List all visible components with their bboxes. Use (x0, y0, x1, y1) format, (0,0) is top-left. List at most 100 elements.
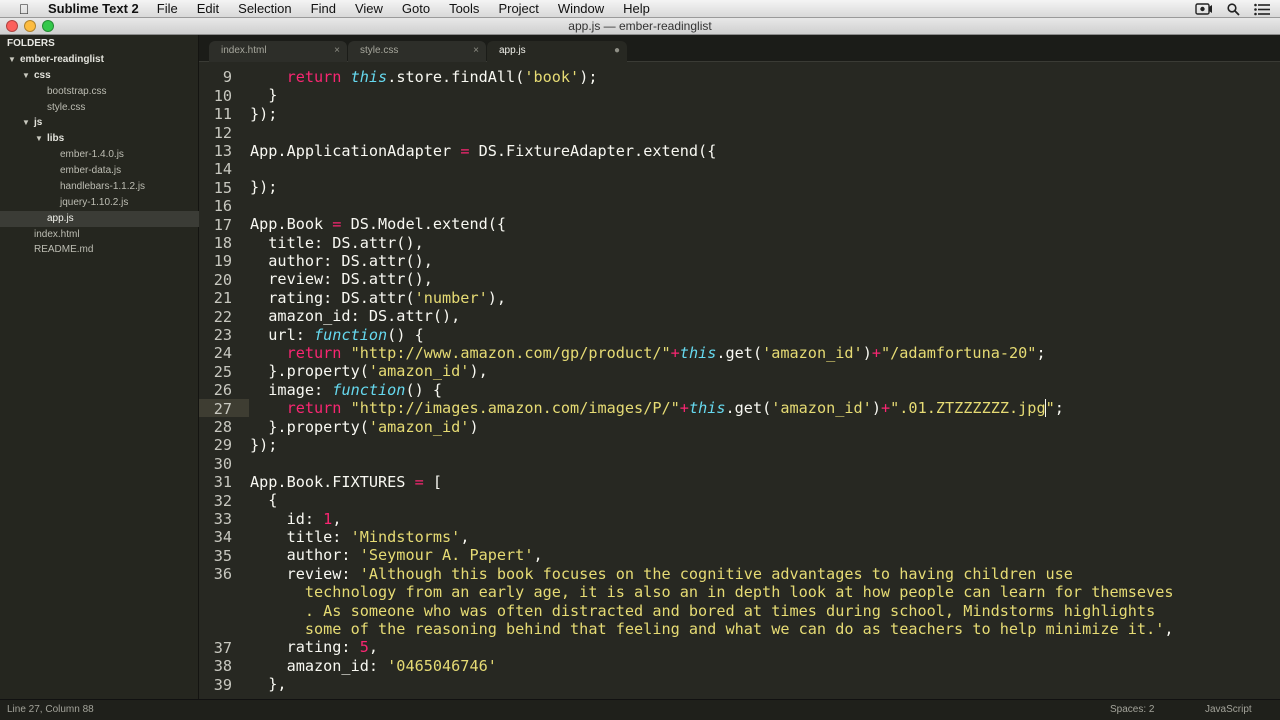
code-token: this (679, 344, 717, 362)
tree-file-index-html[interactable]: index.html (0, 227, 199, 243)
code-token: title: (250, 528, 351, 546)
code-line[interactable]: some of the reasoning behind that feelin… (250, 620, 1174, 638)
line-number: 38 (213, 657, 232, 675)
line-number: 17 (213, 216, 232, 234)
code-line[interactable]: amazon_id: '0465046746' (250, 657, 497, 675)
notification-list-icon[interactable] (1254, 3, 1270, 16)
tree-file-app-js[interactable]: app.js (0, 211, 199, 227)
tab-style-css[interactable]: style.css × (348, 41, 486, 62)
tree-file-ember-js[interactable]: ember-1.4.0.js (0, 147, 199, 163)
code-token: ); (579, 68, 598, 86)
code-line[interactable]: } (250, 86, 277, 104)
cursor-position: Line 27, Column 88 (7, 704, 94, 715)
tree-folder-js[interactable]: ▼ js (0, 115, 199, 131)
indentation-setting[interactable]: Spaces: 2 (1110, 704, 1154, 715)
code-line[interactable]: return this.store.findAll('book'); (250, 68, 598, 86)
screen-record-icon[interactable] (1195, 3, 1213, 15)
code-token: return (286, 68, 342, 86)
code-line[interactable]: review: DS.attr(), (250, 270, 433, 288)
code-token: ".01.ZTZZZZZZ.jpg (890, 399, 1046, 417)
menu-tools[interactable]: Tools (449, 1, 479, 16)
code-line[interactable]: title: 'Mindstorms', (250, 528, 470, 546)
tree-file-handlebars-js[interactable]: handlebars-1.1.2.js (0, 179, 199, 195)
code-line[interactable]: url: function() { (250, 326, 423, 344)
code-line[interactable]: review: 'Although this book focuses on t… (250, 565, 1073, 583)
code-token: , (1164, 620, 1174, 638)
code-token: 5 (359, 638, 369, 656)
code-line[interactable]: title: DS.attr(), (250, 234, 423, 252)
line-number: 27 (213, 400, 232, 418)
code-token: = (414, 473, 424, 491)
code-token: }); (250, 105, 278, 123)
menu-help[interactable]: Help (623, 1, 650, 16)
tree-file-ember-data-js[interactable]: ember-data.js (0, 163, 199, 179)
code-line[interactable]: }); (250, 178, 277, 196)
code-line[interactable]: id: 1, (250, 510, 342, 528)
unsaved-dot-icon[interactable]: ● (614, 41, 620, 60)
code-line[interactable]: author: DS.attr(), (250, 252, 433, 270)
spotlight-search-icon[interactable] (1227, 2, 1240, 16)
code-line[interactable]: image: function() { (250, 381, 442, 399)
code-line[interactable]: }.property('amazon_id'), (250, 362, 487, 380)
line-number: 37 (213, 639, 232, 657)
code-line[interactable]: App.Book.FIXTURES = [ (250, 473, 442, 491)
menu-edit[interactable]: Edit (197, 1, 219, 16)
code-line[interactable]: }, (250, 675, 286, 693)
line-number: 36 (213, 565, 232, 583)
code-line[interactable]: { (250, 491, 277, 509)
line-number: 12 (213, 124, 232, 142)
code-token: }); (250, 436, 278, 454)
app-menu[interactable]: Sublime Text 2 (48, 1, 139, 16)
close-tab-icon[interactable]: × (334, 41, 340, 60)
disclosure-triangle-icon[interactable]: ▼ (22, 68, 34, 84)
tree-folder-css[interactable]: ▼ css (0, 68, 199, 84)
menu-find[interactable]: Find (311, 1, 336, 16)
code-line[interactable]: }); (250, 436, 277, 454)
disclosure-triangle-icon[interactable]: ▼ (22, 115, 34, 131)
code-line[interactable]: }.property('amazon_id') (250, 418, 478, 436)
menu-view[interactable]: View (355, 1, 383, 16)
code-line[interactable]: rating: DS.attr('number'), (250, 289, 506, 307)
code-token: this (688, 399, 726, 417)
code-line[interactable]: return "http://images.amazon.com/images/… (250, 399, 1064, 417)
syntax-selector[interactable]: JavaScript (1205, 704, 1252, 715)
menu-file[interactable]: File (157, 1, 178, 16)
code-line[interactable]: App.ApplicationAdapter = DS.FixtureAdapt… (250, 142, 716, 160)
code-token: url: (250, 326, 315, 344)
tree-file-bootstrap-css[interactable]: bootstrap.css (0, 84, 199, 100)
code-line[interactable]: rating: 5, (250, 638, 378, 656)
code-token: ) (862, 344, 872, 362)
code-line[interactable]: amazon_id: DS.attr(), (250, 307, 460, 325)
tree-file-style-css[interactable]: style.css (0, 100, 199, 116)
disclosure-triangle-icon[interactable]: ▼ (8, 52, 20, 68)
code-token: rating: DS.attr( (250, 289, 415, 307)
code-token: .get( (716, 344, 763, 362)
menu-project[interactable]: Project (498, 1, 538, 16)
disclosure-triangle-icon[interactable]: ▼ (35, 131, 47, 147)
menu-goto[interactable]: Goto (402, 1, 430, 16)
code-line[interactable]: . As someone who was often distracted an… (250, 602, 1155, 620)
code-line[interactable]: }); (250, 105, 277, 123)
tab-app-js[interactable]: app.js ● (487, 41, 627, 62)
code-token: App.Book.FIXTURES (250, 473, 415, 491)
code-line[interactable]: return "http://www.amazon.com/gp/product… (250, 344, 1046, 362)
code-token: 'amazon_id' (368, 418, 470, 436)
code-token: + (871, 344, 881, 362)
code-token: , (332, 510, 342, 528)
code-editor[interactable]: 9 10 11 12 13 14 15 16 17 18 19 20 21 22… (199, 62, 1280, 699)
code-line[interactable]: technology from an early age, it is also… (250, 583, 1174, 601)
menu-selection[interactable]: Selection (238, 1, 291, 16)
code-token: , (368, 638, 379, 656)
tree-folder-ember-readinglist[interactable]: ▼ ember-readinglist (0, 52, 199, 68)
tab-index-html[interactable]: index.html × (209, 41, 347, 62)
menu-window[interactable]: Window (558, 1, 604, 16)
code-token: amazon_id: (250, 657, 388, 675)
tree-file-jquery-js[interactable]: jquery-1.10.2.js (0, 195, 199, 211)
tree-file-readme-md[interactable]: README.md (0, 242, 199, 258)
code-line[interactable]: App.Book = DS.Model.extend({ (250, 215, 506, 233)
code-line[interactable]: author: 'Seymour A. Papert', (250, 546, 543, 564)
tree-folder-libs[interactable]: ▼ libs (0, 131, 199, 147)
apple-icon[interactable]:  (0, 1, 48, 17)
close-tab-icon[interactable]: × (473, 41, 479, 60)
code-token: .store.findAll( (387, 68, 525, 86)
